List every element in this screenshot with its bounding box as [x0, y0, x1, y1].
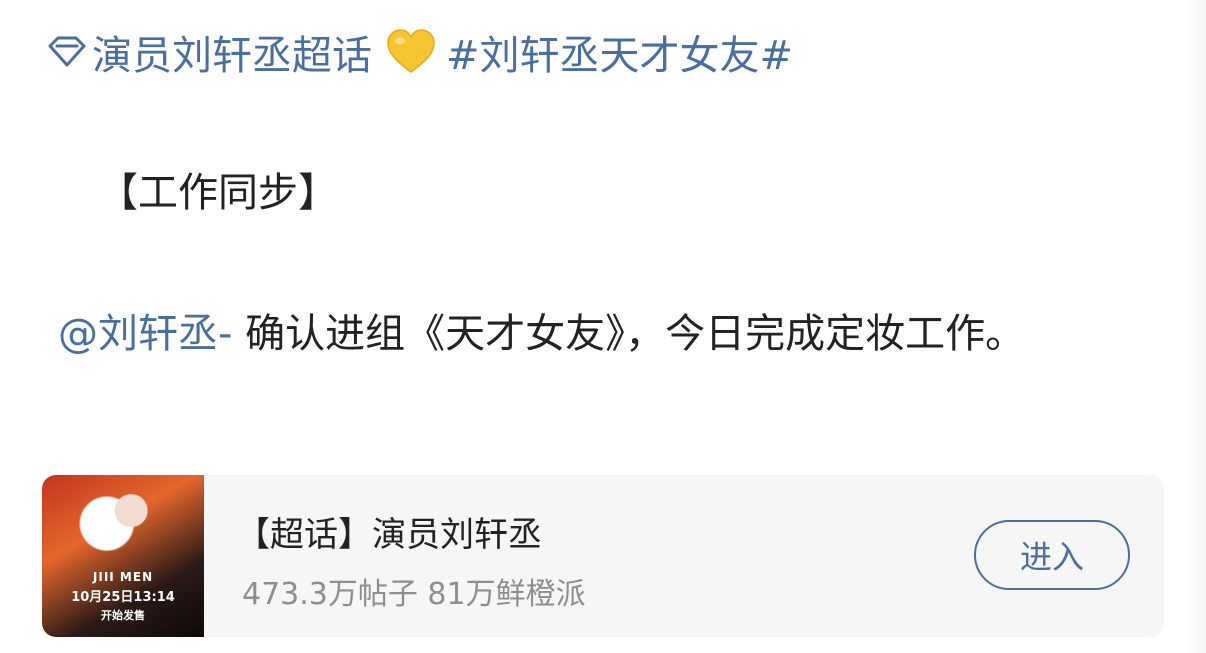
- yellow-heart-icon: [386, 29, 436, 75]
- thumbnail-brand: JIII MEN: [92, 570, 154, 584]
- post-text: 确认进组《天才女友》，今日完成定妆工作。: [232, 311, 1026, 357]
- thumbnail-caption: JIII MEN 10月25日13:14 开始发售: [42, 570, 204, 623]
- topic-line: 演员刘轩丞超话 #刘轩丞天才女友#: [46, 22, 793, 82]
- user-mention-link[interactable]: @刘轩丞-: [58, 311, 232, 357]
- thumbnail-date: 10月25日13:14: [71, 590, 175, 605]
- diamond-icon: [46, 31, 88, 73]
- card-title: 【超话】演员刘轩丞: [236, 515, 542, 555]
- post-body: @刘轩丞- 确认进组《天才女友》，今日完成定妆工作。: [46, 298, 1146, 370]
- section-label: 【工作同步】: [98, 170, 338, 216]
- hashtag-link[interactable]: #刘轩丞天才女友#: [446, 23, 793, 81]
- super-topic-link[interactable]: 演员刘轩丞超话: [92, 23, 372, 81]
- topic-thumbnail: JIII MEN 10月25日13:14 开始发售: [42, 475, 204, 637]
- card-stats: 473.3万帖子 81万鲜橙派: [242, 577, 586, 612]
- thumbnail-sale: 开始发售: [101, 609, 145, 622]
- enter-button[interactable]: 进入: [974, 520, 1130, 590]
- super-topic-card[interactable]: JIII MEN 10月25日13:14 开始发售 【超话】演员刘轩丞 473.…: [42, 475, 1164, 637]
- page-edge-shade: [1186, 0, 1206, 653]
